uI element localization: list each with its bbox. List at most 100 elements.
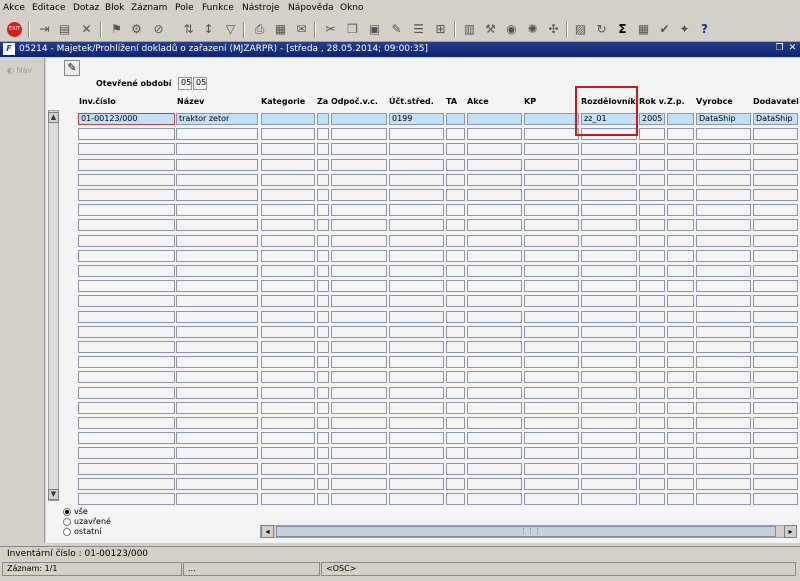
grid-cell-odpoc[interactable] <box>331 265 387 277</box>
grid-cell-inv[interactable] <box>78 417 175 429</box>
grid-cell-dodavatel[interactable] <box>753 477 798 490</box>
save-icon[interactable]: ⇥ <box>36 21 53 38</box>
sum-icon[interactable]: Σ <box>614 21 631 38</box>
table-icon[interactable]: ▦ <box>635 21 652 38</box>
scroll-right-icon[interactable]: ▸ <box>784 525 797 538</box>
grid-cell-akce[interactable] <box>467 341 522 353</box>
grid-cell-inv[interactable] <box>78 204 175 217</box>
grid-cell-za[interactable] <box>317 189 329 201</box>
grid-cell-rok[interactable] <box>639 189 665 201</box>
grid-cell-kp[interactable] <box>524 432 579 445</box>
grid-cell-dodavatel[interactable] <box>753 204 798 217</box>
exit-icon[interactable]: EXIT <box>7 22 22 37</box>
grid-cell-zp[interactable] <box>667 173 694 186</box>
grid-cell-rozdelovnik[interactable] <box>581 265 637 277</box>
grid-cell-rozdelovnik[interactable] <box>581 341 637 353</box>
grid-cell-kp[interactable] <box>524 219 579 232</box>
grid-cell-nazev[interactable] <box>176 417 258 429</box>
grid-cell-kategorie[interactable] <box>261 325 315 338</box>
grid-cell-ucet[interactable] <box>389 356 444 369</box>
grid-cell-odpoc[interactable] <box>331 219 387 232</box>
grid-cell-vyrobce[interactable] <box>696 341 751 353</box>
grid-cell-rozdelovnik[interactable] <box>581 295 637 308</box>
grid-cell-dodavatel[interactable] <box>753 432 798 445</box>
menu-editace[interactable]: Editace <box>32 3 65 13</box>
globe-icon[interactable]: ◉ <box>503 21 520 38</box>
grid-cell-ta[interactable] <box>446 371 465 384</box>
grid-cell-rozdelovnik[interactable] <box>581 189 637 201</box>
grid-cell-nazev[interactable] <box>176 234 258 247</box>
grid-cell-odpoc[interactable] <box>331 189 387 201</box>
grid-cell-vyrobce[interactable] <box>696 189 751 201</box>
grid-cell-rozdelovnik[interactable] <box>581 310 637 323</box>
grid-cell-akce[interactable] <box>467 173 522 186</box>
grid-cell-zp[interactable] <box>667 158 694 171</box>
grid-cell-zp[interactable] <box>667 432 694 445</box>
grid-cell-kp[interactable] <box>524 204 579 217</box>
grid-cell-kp[interactable] <box>524 128 579 141</box>
grid-cell-dodavatel[interactable] <box>753 310 798 323</box>
grid-cell-kp[interactable] <box>524 325 579 338</box>
grid-cell-ta[interactable] <box>446 493 465 505</box>
grid-cell-inv[interactable] <box>78 356 175 369</box>
grid-cell-akce[interactable] <box>467 462 522 475</box>
grid-cell-za[interactable] <box>317 204 329 217</box>
grid-cell-akce[interactable] <box>467 310 522 323</box>
grid-cell-akce[interactable] <box>467 295 522 308</box>
grid-cell-vyrobce[interactable] <box>696 310 751 323</box>
grid-cell-ta[interactable] <box>446 249 465 262</box>
grid-cell-akce[interactable] <box>467 280 522 293</box>
grid-cell-dodavatel[interactable] <box>753 493 798 505</box>
grid-cell-ta[interactable] <box>446 356 465 369</box>
grid-cell-odpoc[interactable] <box>331 280 387 293</box>
paste-icon[interactable]: ▣ <box>366 21 383 38</box>
grid-cell-vyrobce[interactable] <box>696 432 751 445</box>
grid-cell-ucet[interactable] <box>389 265 444 277</box>
grid-cell-ta[interactable] <box>446 401 465 414</box>
grid-cell-inv[interactable] <box>78 477 175 490</box>
grid-cell-rok[interactable] <box>639 219 665 232</box>
grid-cell-rok[interactable] <box>639 128 665 141</box>
grid-cell-rozdelovnik[interactable] <box>581 477 637 490</box>
grid-cell-akce[interactable] <box>467 493 522 505</box>
grid-cell-kategorie[interactable] <box>261 204 315 217</box>
help-icon[interactable]: ? <box>696 21 713 38</box>
grid-cell-kategorie[interactable] <box>261 386 315 399</box>
pin-icon[interactable]: ✣ <box>545 21 562 38</box>
grid-cell-dodavatel[interactable] <box>753 371 798 384</box>
grid-cell-kategorie[interactable] <box>261 143 315 156</box>
scroll-up-icon[interactable]: ▲ <box>48 112 59 123</box>
grid-cell-ta[interactable] <box>446 265 465 277</box>
grid-cell-inv[interactable] <box>78 128 175 141</box>
grid-cell-ta[interactable] <box>446 143 465 156</box>
grid-cell-rok[interactable] <box>639 280 665 293</box>
grid-cell-ta[interactable] <box>446 417 465 429</box>
grid-cell-odpoc[interactable] <box>331 432 387 445</box>
grid-cell-dodavatel[interactable] <box>753 158 798 171</box>
grid-cell-ta[interactable] <box>446 128 465 141</box>
grid-cell-vyrobce[interactable] <box>696 477 751 490</box>
grid-cell-odpoc[interactable] <box>331 371 387 384</box>
grid-cell-nazev[interactable] <box>176 341 258 353</box>
grid-cell-akce[interactable] <box>467 356 522 369</box>
grid-cell-inv[interactable] <box>78 432 175 445</box>
grid-cell-za[interactable] <box>317 158 329 171</box>
grid-cell-rok[interactable] <box>639 447 665 460</box>
grid-cell-rok[interactable] <box>639 234 665 247</box>
grid-cell-kp[interactable] <box>524 417 579 429</box>
grid-cell-ucet[interactable] <box>389 295 444 308</box>
grid-cell-kp[interactable] <box>524 234 579 247</box>
grid-cell-kategorie[interactable] <box>261 265 315 277</box>
grid-cell-ta[interactable] <box>446 432 465 445</box>
insert-row-icon[interactable]: ⊞ <box>432 21 449 38</box>
grid-cell-inv[interactable] <box>78 462 175 475</box>
grid-cell-odpoc[interactable] <box>331 295 387 308</box>
grid-cell-ucet[interactable] <box>389 401 444 414</box>
grid-cell-nazev[interactable] <box>176 204 258 217</box>
grid-cell-za[interactable] <box>317 265 329 277</box>
grid-cell-inv[interactable] <box>78 143 175 156</box>
grid-cell-odpoc[interactable] <box>331 386 387 399</box>
grid-cell-dodavatel[interactable] <box>753 341 798 353</box>
grid-cell-dodavatel[interactable] <box>753 249 798 262</box>
grid-cell-kp[interactable] <box>524 113 579 125</box>
